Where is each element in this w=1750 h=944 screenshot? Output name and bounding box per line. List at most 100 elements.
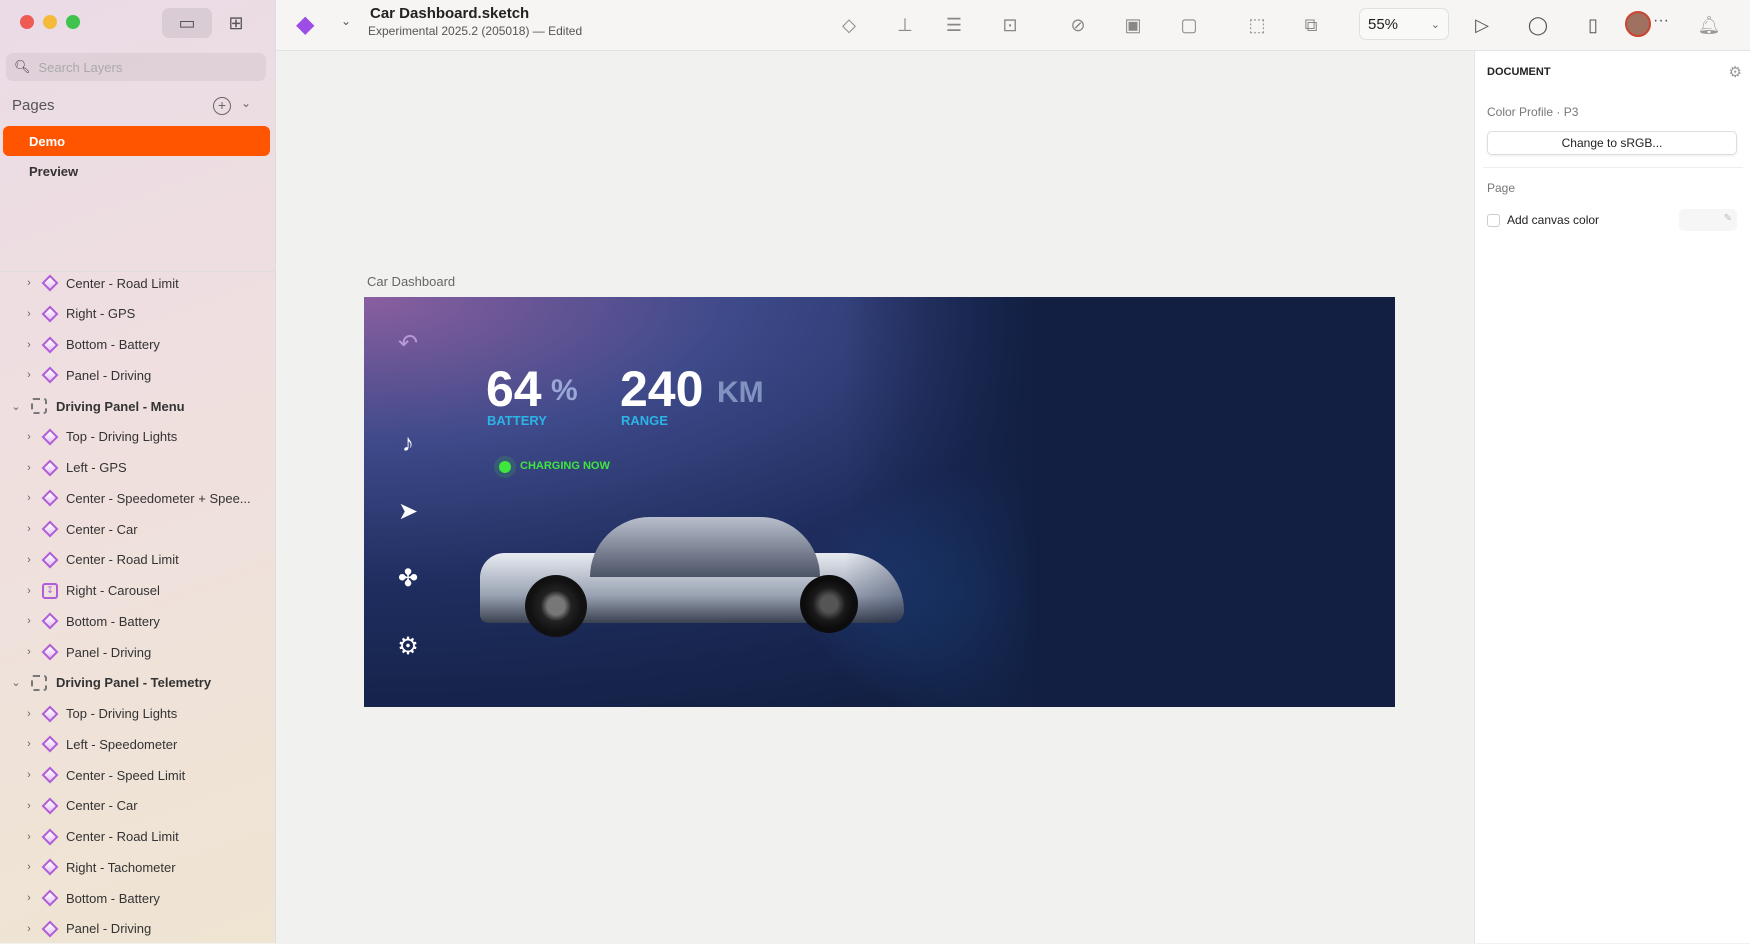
chevron-right-icon[interactable]: › (22, 769, 36, 781)
chevron-right-icon[interactable]: › (22, 615, 36, 627)
components-button[interactable]: ⊞ (211, 8, 261, 38)
page-section-label: Page (1487, 181, 1516, 195)
chevron-right-icon[interactable]: › (22, 277, 36, 289)
chevron-right-icon[interactable]: › (22, 831, 36, 843)
inspector-panel: DOCUMENT ⚙ Color Profile · P3 Change to … (1474, 51, 1750, 943)
search-layers-input[interactable]: 🔍︎ Search Layers (6, 53, 266, 81)
document-title: Car Dashboard.sketch (370, 5, 530, 22)
layer-row[interactable]: › Panel - Driving (0, 637, 276, 667)
play-icon[interactable]: ▷ (1469, 12, 1495, 38)
close-window-button[interactable] (20, 15, 34, 29)
comment-icon[interactable]: ◯ (1525, 12, 1551, 38)
layer-row[interactable]: › Bottom - Battery (0, 883, 276, 913)
settings-icon[interactable]: ⚙ (393, 631, 423, 661)
layer-row[interactable]: › Right - GPS (0, 299, 276, 329)
battery-value: 64 (486, 361, 542, 417)
sidebar-icon: ▭ (178, 12, 196, 33)
layer-row[interactable]: › Top - Driving Lights (0, 422, 276, 452)
chevron-right-icon[interactable]: › (22, 369, 36, 381)
layer-row[interactable]: › ↧ Right - Carousel (0, 576, 276, 606)
chevron-down-icon[interactable]: ⌄ (341, 14, 351, 28)
page-demo[interactable]: Demo (3, 126, 270, 156)
layer-row[interactable]: › Bottom - Battery (0, 330, 276, 360)
chevron-down-icon: ⌄ (1430, 18, 1440, 31)
back-icon[interactable]: ↶ (393, 328, 423, 358)
resize-icon[interactable]: ▢ (1176, 12, 1202, 38)
car-dashboard-artboard[interactable] (364, 297, 1395, 707)
align-icon[interactable]: ☰ (941, 12, 967, 38)
music-icon[interactable]: ♪ (393, 429, 423, 459)
chevron-right-icon[interactable]: › (22, 554, 36, 566)
chevron-right-icon[interactable]: › (22, 892, 36, 904)
chevron-right-icon[interactable]: › (22, 462, 36, 474)
boolean-icon[interactable]: ⧉ (1298, 12, 1324, 38)
layer-row[interactable]: › Bottom - Battery (0, 606, 276, 636)
layer-row[interactable]: › Panel - Driving (0, 360, 276, 390)
chevron-down-icon[interactable]: ⌄ (9, 400, 23, 413)
battery-unit: % (551, 374, 578, 407)
artboard-label[interactable]: Car Dashboard (367, 274, 455, 289)
chevron-right-icon[interactable]: › (22, 708, 36, 720)
symbol-icon (41, 305, 59, 323)
layer-row[interactable]: › Left - Speedometer (0, 729, 276, 759)
layer-row[interactable]: › Panel - Driving (0, 914, 276, 944)
chevron-right-icon[interactable]: › (22, 861, 36, 873)
chevron-right-icon[interactable]: › (22, 339, 36, 351)
layer-row[interactable]: › Center - Speed Limit (0, 760, 276, 790)
zoom-window-button[interactable] (66, 15, 80, 29)
layer-row[interactable]: › Left - GPS (0, 453, 276, 483)
chevron-right-icon[interactable]: › (22, 646, 36, 658)
chevron-down-icon[interactable]: ⌄ (241, 96, 251, 110)
avatar[interactable] (1625, 11, 1651, 37)
bell-icon[interactable]: 🔔︎ (1696, 12, 1722, 38)
change-to-srgb-button[interactable]: Change to sRGB... (1487, 131, 1737, 155)
layer-row[interactable]: › Center - Car (0, 514, 276, 544)
layer-row[interactable]: › Right - Tachometer (0, 852, 276, 882)
fade (844, 297, 1395, 707)
chevron-right-icon[interactable]: › (22, 431, 36, 443)
minimize-window-button[interactable] (43, 15, 57, 29)
edit-icon[interactable]: ⊘ (1065, 12, 1091, 38)
sidebar-toggle-button[interactable]: ▭ (162, 8, 212, 38)
layer-row[interactable]: › Center - Road Limit (0, 822, 276, 852)
sketch-logo-icon[interactable]: ◆ (296, 10, 314, 39)
add-page-icon[interactable]: + (213, 97, 231, 115)
chevron-right-icon[interactable]: › (22, 738, 36, 750)
mask-icon[interactable]: ⊡ (997, 12, 1023, 38)
layer-row[interactable]: › Center - Road Limit (0, 268, 276, 298)
layer-row[interactable]: ⌄ Driving Panel - Menu (0, 391, 276, 421)
layer-row[interactable]: › Center - Speedometer + Spee... (0, 483, 276, 513)
layer-row[interactable]: › Center - Road Limit (0, 545, 276, 575)
selection-icon[interactable]: ⬚ (1244, 12, 1270, 38)
navigation-icon[interactable]: ➤ (393, 496, 423, 526)
zoom-select[interactable]: 55% ⌄ (1359, 8, 1449, 40)
symbol-icon (41, 705, 59, 722)
device-preview-icon[interactable]: ▯ (1580, 12, 1606, 38)
frame-icon[interactable]: ▣ (1120, 12, 1146, 38)
chevron-right-icon[interactable]: › (22, 308, 36, 320)
chevron-right-icon[interactable]: › (22, 523, 36, 535)
chevron-right-icon[interactable]: › (22, 800, 36, 812)
layer-label: Panel - Driving (66, 644, 152, 660)
stamp-icon[interactable]: ⊥ (892, 12, 918, 38)
canvas-color-swatch[interactable]: ✎ (1679, 209, 1737, 231)
layer-label: Bottom - Battery (66, 613, 160, 629)
gear-icon[interactable]: ⚙ (1729, 63, 1742, 81)
layer-row[interactable]: ⌄ Driving Panel - Telemetry (0, 668, 276, 698)
page-preview[interactable]: Preview (3, 156, 270, 186)
create-symbol-icon[interactable]: ◇ (836, 12, 862, 38)
charging-dot (499, 461, 511, 473)
canvas-color-checkbox[interactable] (1487, 214, 1500, 227)
chevron-right-icon[interactable]: › (22, 923, 36, 935)
layer-row[interactable]: › Center - Car (0, 791, 276, 821)
chevron-right-icon[interactable]: › (22, 492, 36, 504)
chevron-right-icon[interactable]: › (22, 585, 36, 597)
layer-row[interactable]: › Top - Driving Lights (0, 699, 276, 729)
range-value: 240 (620, 361, 704, 417)
chevron-down-icon[interactable]: ⌄ (9, 676, 23, 689)
fan-icon[interactable]: ✤ (393, 563, 423, 593)
more-icon[interactable]: ··· (1653, 12, 1669, 30)
layer-label: Center - Speed Limit (66, 767, 186, 783)
layer-label: Right - GPS (66, 306, 136, 322)
group-icon (31, 674, 47, 691)
